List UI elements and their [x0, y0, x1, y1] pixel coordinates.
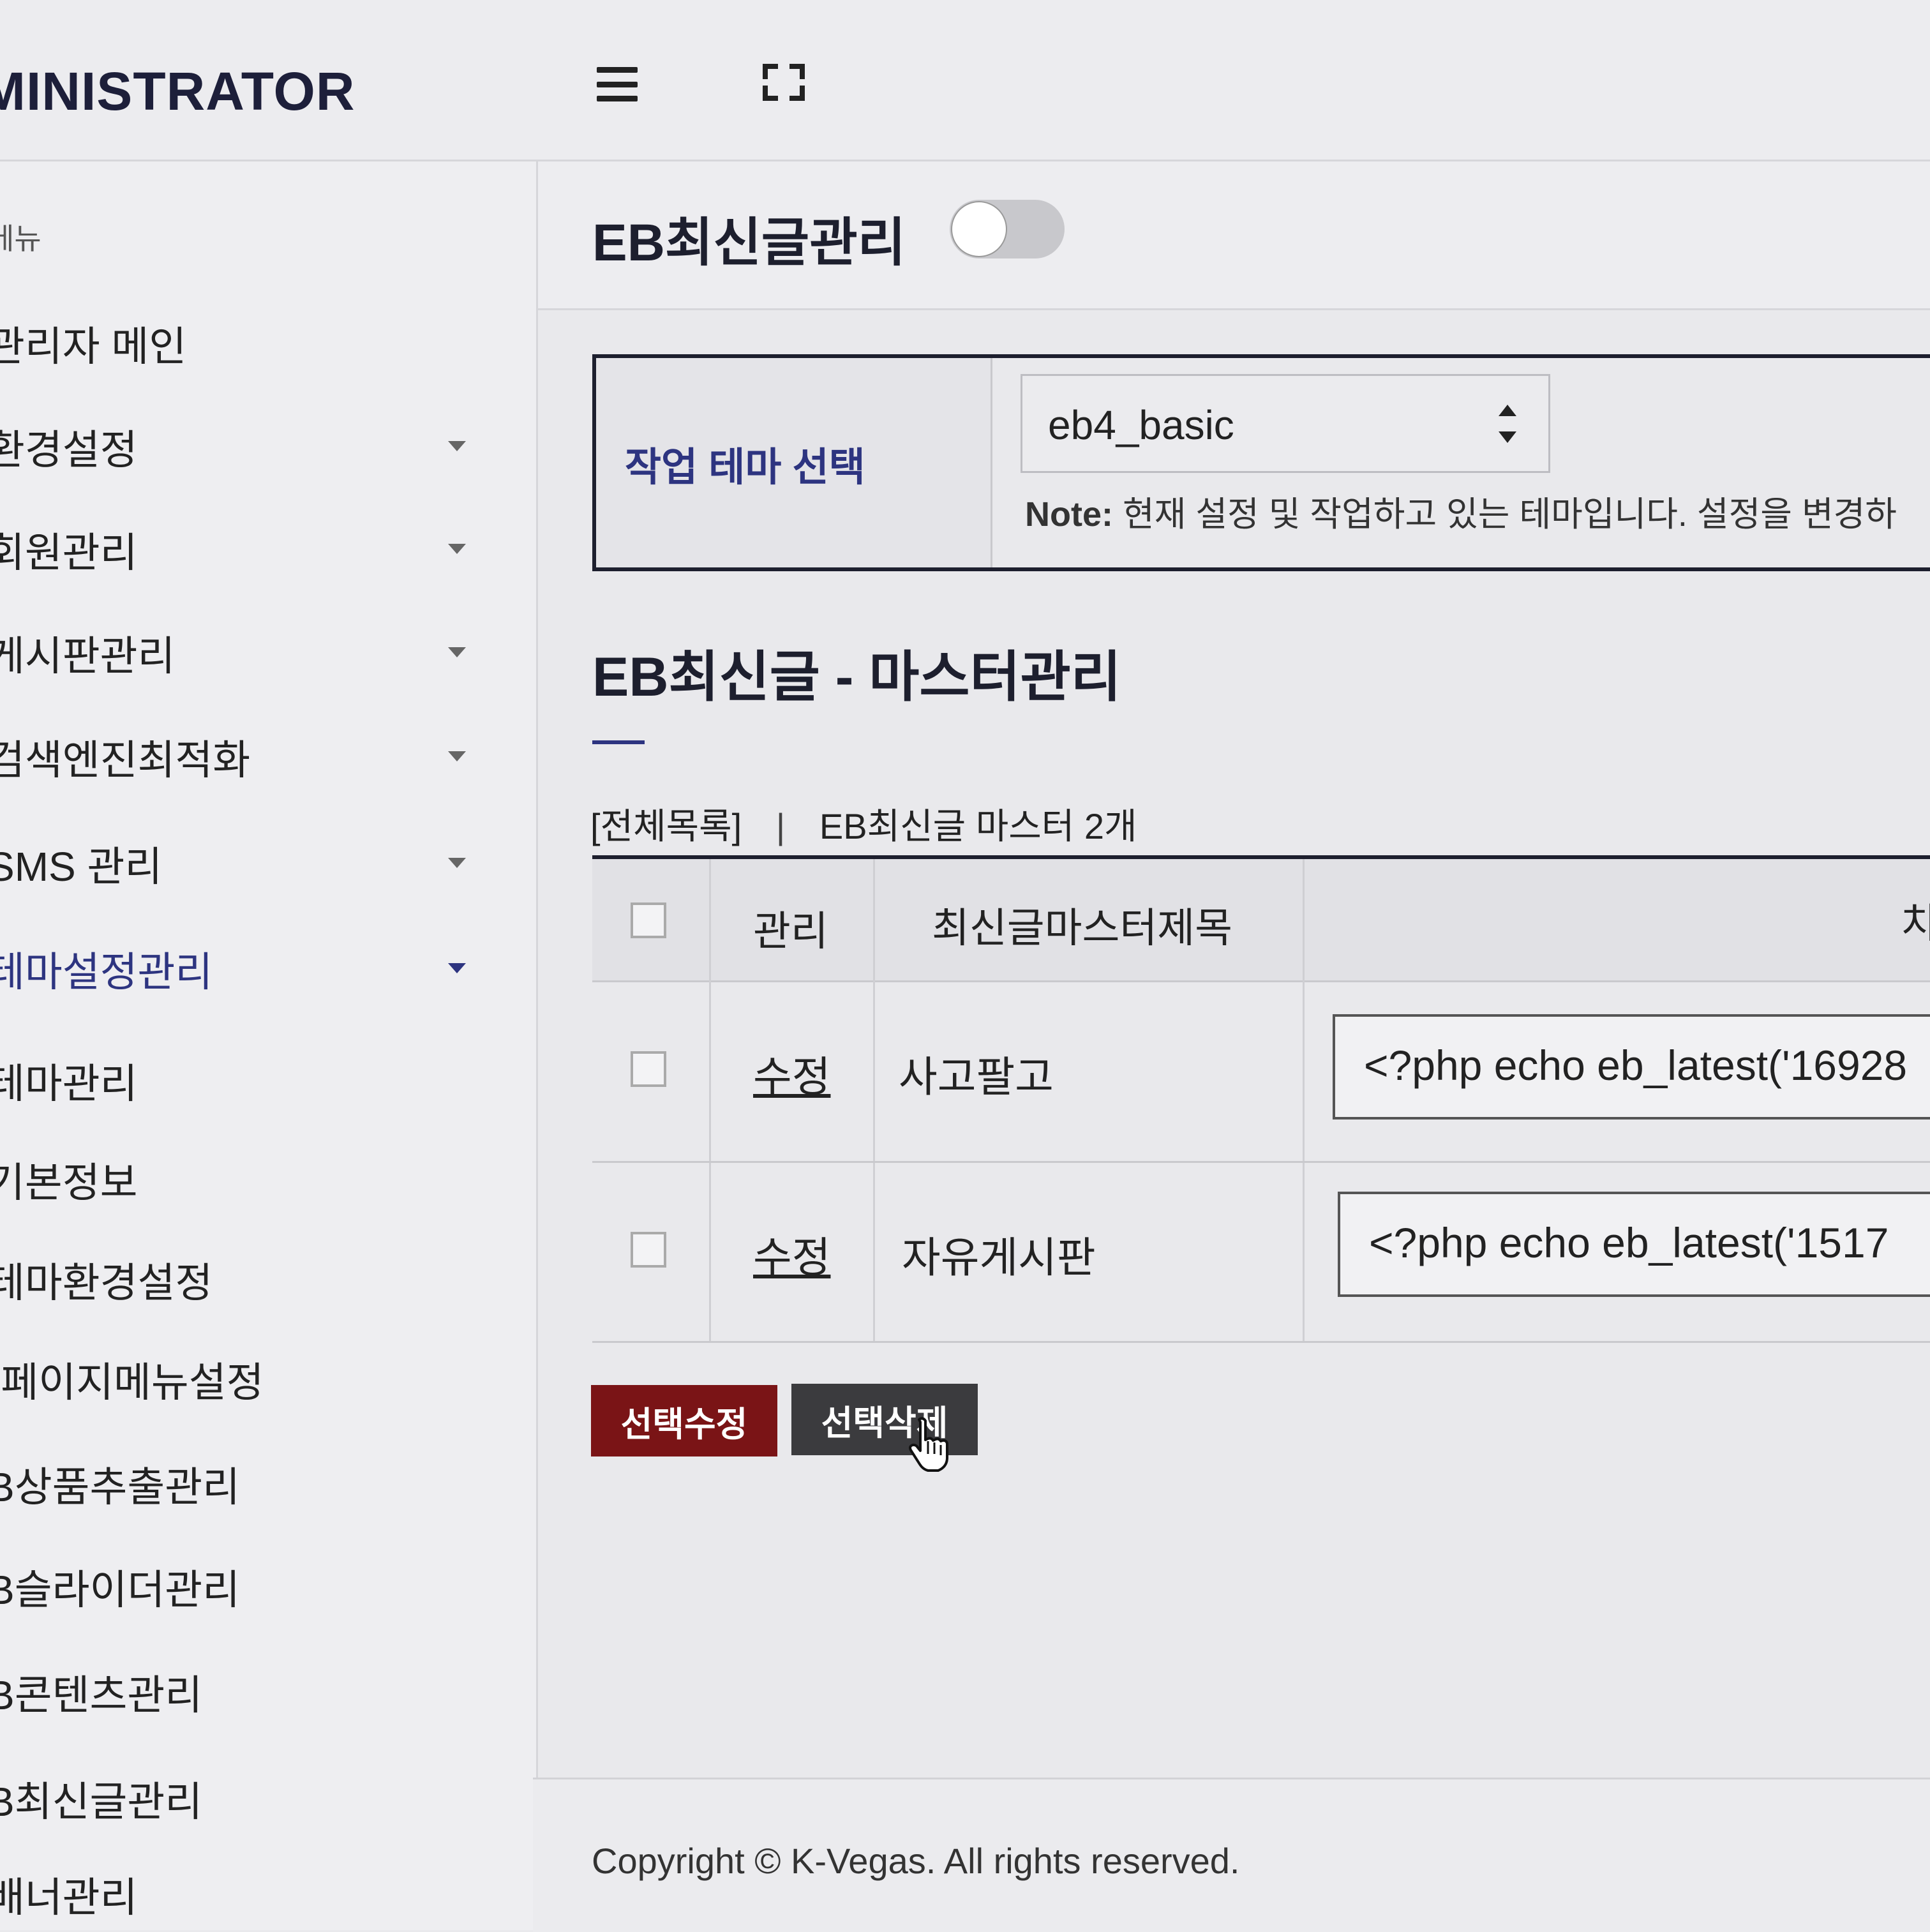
sort-arrows-icon: [1499, 405, 1516, 443]
sidebar-item-label: B슬라이더관리: [0, 1567, 240, 1613]
sidebar-item-settings[interactable]: 환경설정: [0, 412, 498, 482]
sidebar-subitem-slider[interactable]: B슬라이더관리: [0, 1552, 498, 1622]
edit-selected-button[interactable]: 선택수정: [591, 1385, 777, 1456]
sidebar-subitem-product-extract[interactable]: B상품추출관리: [0, 1449, 498, 1519]
master-table: 관리 최신글마스터제목 치 수정 사고팔고 <?php echo eb_late…: [592, 855, 1930, 1343]
table-row: 수정 자유게시판 <?php echo eb_latest('1517: [592, 1163, 1930, 1342]
list-summary: [전체목록] | EB최신글 마스터 2개: [590, 798, 1137, 850]
code-snippet-text: <?php echo eb_latest('1517: [1369, 1219, 1889, 1266]
theme-note-prefix: Note:: [1025, 495, 1113, 534]
sidebar-item-seo[interactable]: 검색엔진최적화: [0, 722, 498, 792]
sidebar-item-label: 게시판관리: [0, 633, 176, 679]
sidebar-subitem-latest[interactable]: B최신글관리: [0, 1764, 498, 1834]
sidebar-item-label: 테마설정관리: [0, 949, 213, 995]
sidebar-item-label: -페이지메뉴설정: [0, 1359, 264, 1405]
code-snippet-field[interactable]: <?php echo eb_latest('16928: [1333, 1014, 1930, 1120]
theme-select-panel: 작업 테마 선택 eb4_basic Note: 현재 설정 및 작업하고 있는…: [592, 354, 1930, 571]
code-snippet-text: <?php echo eb_latest('16928: [1364, 1042, 1908, 1089]
column-header-code: 치: [1901, 901, 1930, 947]
sidebar-item-label: 배너관리: [0, 1875, 138, 1921]
table-row: 수정 사고팔고 <?php echo eb_latest('16928: [592, 982, 1930, 1163]
sidebar-item-label: B콘텐츠관리: [0, 1672, 203, 1718]
sidebar-item-label: 테마환경설정: [0, 1260, 213, 1306]
sidebar-item-boards[interactable]: 게시판관리: [0, 618, 498, 688]
sidebar-heading: 메뉴: [0, 222, 41, 255]
sidebar-subitem-banner[interactable]: 배너관리: [0, 1859, 498, 1929]
section-underline: [592, 740, 645, 744]
sidebar-item-members[interactable]: 회원관리: [0, 514, 498, 585]
row-checkbox[interactable]: [631, 1232, 666, 1268]
sidebar-subitem-theme-manage[interactable]: 테마관리: [0, 1045, 498, 1116]
theme-note: Note: 현재 설정 및 작업하고 있는 테마입니다. 설정을 변경하: [1025, 486, 1897, 536]
brand-logo-text: MINISTRATOR: [0, 61, 355, 121]
master-count: EB최신글 마스터 2개: [819, 806, 1137, 846]
hand-pointer-icon: [909, 1417, 948, 1472]
column-header-title: 최신글마스터제목: [932, 905, 1233, 951]
toggle-switch[interactable]: [950, 200, 1065, 258]
sidebar-item-admin-main[interactable]: 관리자 메인: [0, 308, 498, 378]
theme-select-value: eb4_basic: [1048, 402, 1234, 448]
sidebar-item-label: B최신글관리: [0, 1779, 203, 1825]
fullscreen-icon[interactable]: [763, 64, 805, 101]
sidebar-item-label: 검색엔진최적화: [0, 737, 251, 783]
theme-note-text: 현재 설정 및 작업하고 있는 테마입니다. 설정을 변경하: [1123, 495, 1897, 534]
chevron-down-icon: [448, 963, 466, 973]
sidebar-item-label: B상품추출관리: [0, 1464, 240, 1510]
sidebar-item-label: SMS 관리: [0, 844, 163, 890]
sidebar-item-label: 관리자 메인: [0, 324, 187, 370]
chevron-down-icon: [448, 751, 466, 761]
section-title: EB최신글 - 마스터관리: [592, 647, 1121, 708]
sidebar-item-label: 회원관리: [0, 530, 138, 576]
page-title: EB최신글관리: [592, 214, 906, 272]
code-snippet-field[interactable]: <?php echo eb_latest('1517: [1338, 1192, 1930, 1297]
sidebar-subitem-basic-info[interactable]: 기본정보: [0, 1144, 498, 1215]
chevron-down-icon: [448, 858, 466, 868]
theme-label: 작업 테마 선택: [625, 446, 865, 490]
theme-label-cell: 작업 테마 선택: [596, 358, 992, 567]
chevron-down-icon: [448, 441, 466, 451]
sidebar-item-label: 환경설정: [0, 427, 138, 473]
row-checkbox[interactable]: [631, 1051, 666, 1087]
sidebar-item-label: 테마관리: [0, 1061, 138, 1107]
edit-link[interactable]: 수정: [753, 1043, 830, 1104]
copyright-text: Copyright © K-Vegas. All rights reserved…: [592, 1841, 1240, 1881]
top-header: MINISTRATOR: [0, 0, 1930, 161]
chevron-down-icon: [448, 544, 466, 554]
sidebar-item-sms[interactable]: SMS 관리: [0, 828, 498, 899]
row-title: 사고팔고: [899, 1053, 1054, 1100]
theme-select-dropdown[interactable]: eb4_basic: [1021, 374, 1550, 473]
toggle-knob: [951, 201, 1007, 257]
hamburger-icon[interactable]: [597, 67, 638, 101]
chevron-down-icon: [448, 647, 466, 657]
sidebar-subitem-theme-env[interactable]: 테마환경설정: [0, 1245, 498, 1315]
footer: Copyright © K-Vegas. All rights reserved…: [533, 1778, 1930, 1932]
sidebar-item-theme-settings[interactable]: 테마설정관리: [0, 934, 498, 1004]
edit-link[interactable]: 수정: [753, 1224, 830, 1285]
delete-selected-button[interactable]: 선택삭제: [791, 1384, 978, 1455]
summary-separator: |: [775, 806, 786, 846]
sidebar-subitem-contents[interactable]: B콘텐츠관리: [0, 1657, 498, 1727]
sidebar: 메뉴 관리자 메인 환경설정 회원관리 게시판관리 검색엔진최적화 SMS 관리…: [0, 161, 538, 1930]
all-list-link[interactable]: [전체목록]: [590, 806, 742, 846]
content-header: EB최신글관리: [538, 161, 1930, 310]
select-all-checkbox[interactable]: [631, 902, 666, 938]
sidebar-subitem-page-menu[interactable]: -페이지메뉴설정: [0, 1344, 498, 1414]
column-header-manage: 관리: [753, 908, 828, 954]
sidebar-item-label: 기본정보: [0, 1160, 138, 1206]
row-title: 자유게시판: [902, 1234, 1096, 1281]
